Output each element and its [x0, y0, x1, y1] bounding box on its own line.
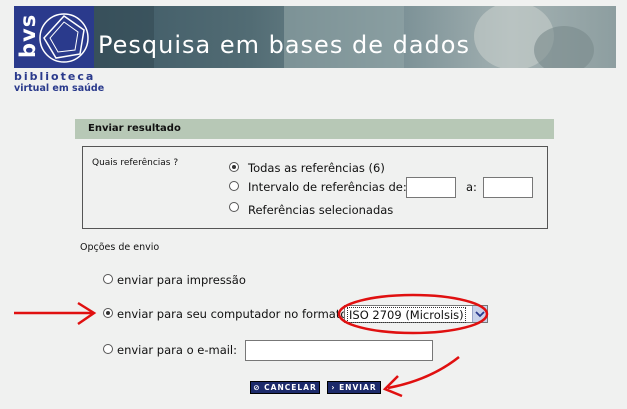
annotation-overlay: [14, 293, 489, 398]
annotation-arrow-right-line: [387, 356, 460, 390]
annotation-ellipse: [337, 293, 489, 335]
